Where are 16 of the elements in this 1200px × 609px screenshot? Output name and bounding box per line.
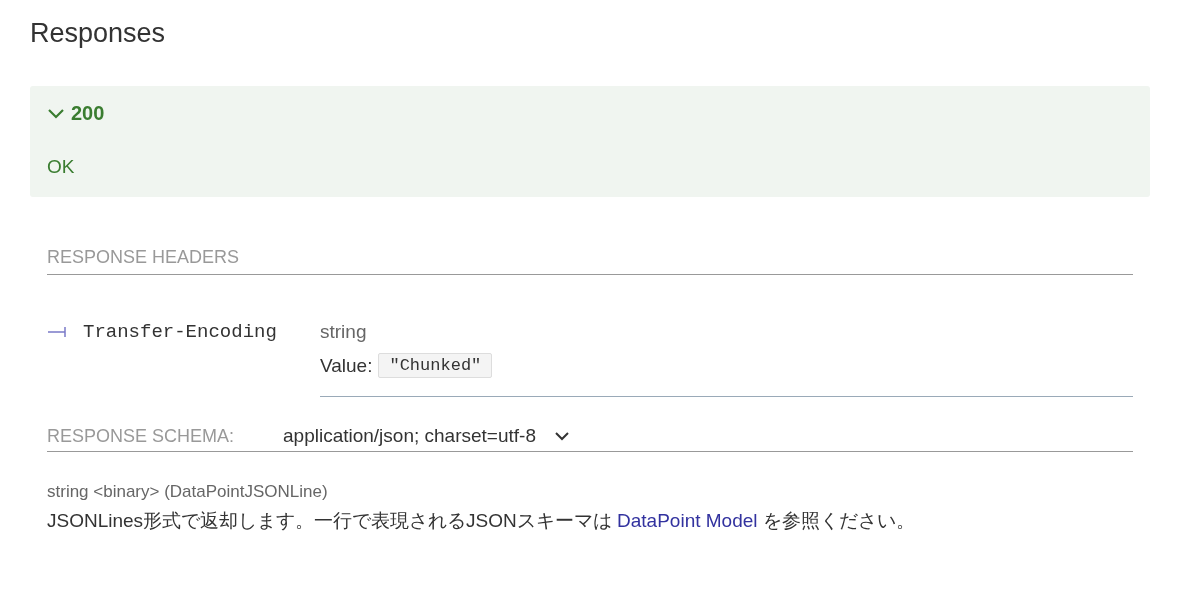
header-name: Transfer-Encoding [83,321,277,343]
model-link[interactable]: DataPoint Model [617,510,758,531]
schema-label: RESPONSE SCHEMA: [47,425,236,447]
header-type: string [320,321,367,343]
schema-description: JSONLines形式で返却します。一行で表現されるJSONスキーマは DataPoint Model を参照ください。 [47,509,916,533]
section-title: Responses [30,17,167,50]
response-description: OK [47,155,75,179]
value-label: Value: [320,354,373,377]
tree-branch-icon [47,325,67,339]
content-type-dropdown[interactable]: application/json; charset=utf-8 [283,425,570,447]
headers-label: RESPONSE HEADERS [47,247,240,268]
schema-type: string <binary> (DataPointJSONLine) [47,482,328,502]
chevron-icon [47,107,65,120]
response-toggle[interactable]: 200 [47,102,105,125]
chevron-icon [553,431,570,441]
header-value: "Chunked" [378,353,493,378]
